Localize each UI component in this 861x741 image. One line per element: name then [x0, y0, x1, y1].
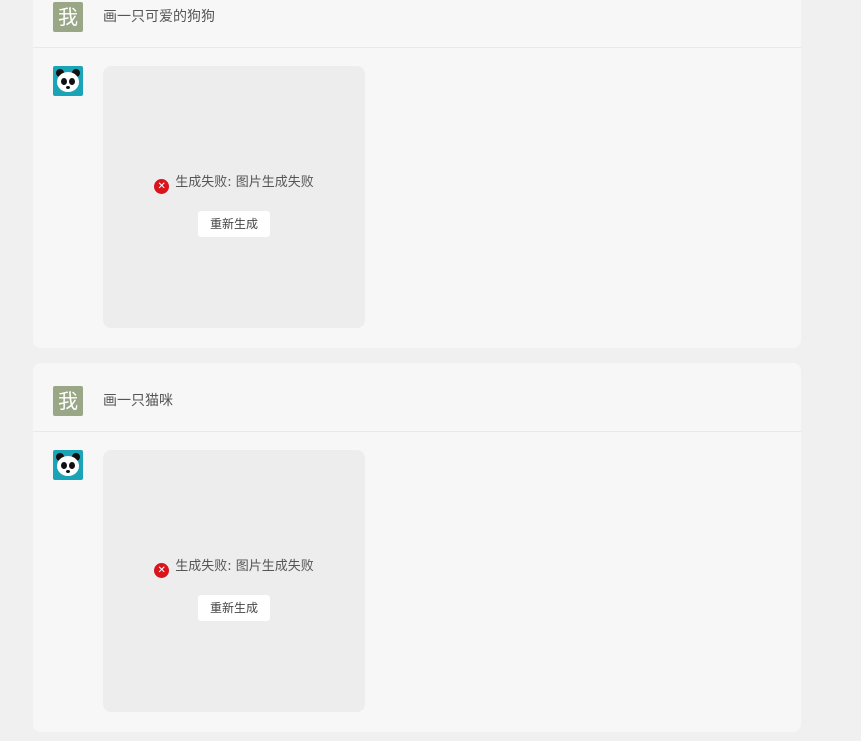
- panda-icon: [53, 66, 83, 96]
- chat-feed: 我 画一只可爱的狗狗 ✕ 生成失败: 图片生成失败 重新生成 我 画一只猫咪 ✕…: [0, 0, 861, 741]
- error-message: 生成失败: 图片生成失败: [175, 559, 314, 574]
- prompt-text: 画一只可爱的狗狗: [103, 9, 215, 25]
- error-circle-icon: ✕: [154, 563, 170, 578]
- error-status: ✕ 生成失败: 图片生成失败: [103, 559, 365, 578]
- panda-eye: [69, 78, 75, 85]
- user-prompt-row: 我 画一只可爱的狗狗: [33, 0, 801, 48]
- panda-icon: [53, 450, 83, 480]
- user-prompt-row: 我 画一只猫咪: [33, 363, 801, 432]
- image-placeholder: ✕ 生成失败: 图片生成失败 重新生成: [103, 66, 365, 328]
- panda-nose: [66, 470, 70, 473]
- prompt-text: 画一只猫咪: [103, 393, 173, 409]
- regenerate-button[interactable]: 重新生成: [198, 595, 270, 621]
- message-card: 我 画一只可爱的狗狗 ✕ 生成失败: 图片生成失败 重新生成: [33, 0, 801, 348]
- image-placeholder: ✕ 生成失败: 图片生成失败 重新生成: [103, 450, 365, 712]
- panda-eye: [69, 462, 75, 469]
- user-avatar: 我: [53, 386, 83, 416]
- error-status: ✕ 生成失败: 图片生成失败: [103, 175, 365, 194]
- error-message: 生成失败: 图片生成失败: [175, 175, 314, 190]
- panda-nose: [66, 86, 70, 89]
- panda-eye: [61, 78, 67, 85]
- regenerate-button[interactable]: 重新生成: [198, 211, 270, 237]
- user-avatar: 我: [53, 2, 83, 32]
- panda-eye: [61, 462, 67, 469]
- message-card: 我 画一只猫咪 ✕ 生成失败: 图片生成失败 重新生成: [33, 363, 801, 732]
- error-circle-icon: ✕: [154, 179, 170, 194]
